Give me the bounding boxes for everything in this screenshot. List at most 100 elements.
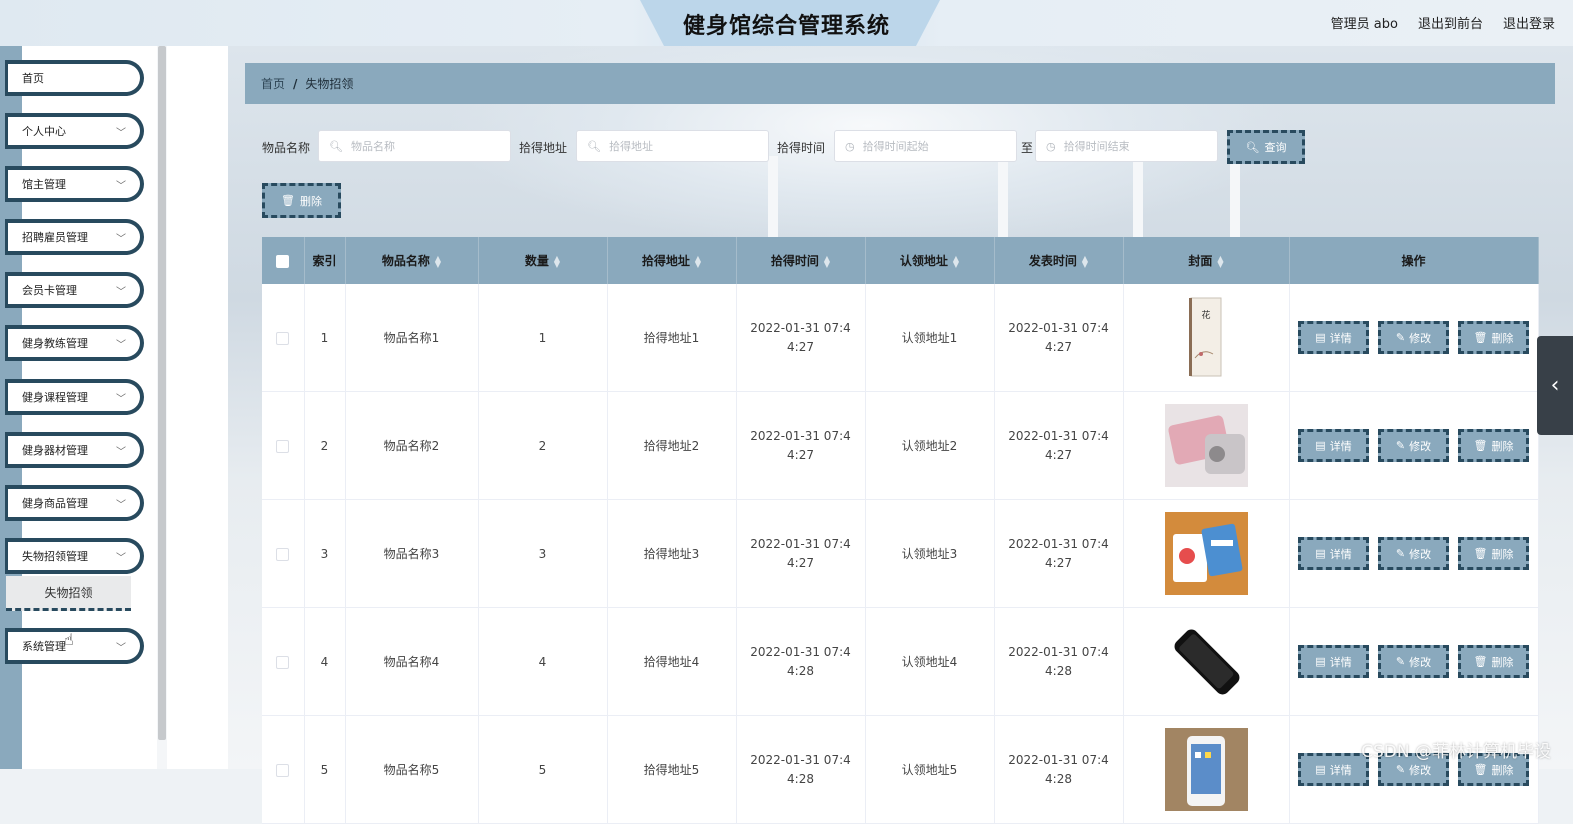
watermark: CSDN @菲林计算机毕设 bbox=[1361, 742, 1551, 762]
sidebar-item[interactable]: 健身教练管理 ﹀ bbox=[5, 325, 144, 361]
detail-button[interactable]: ▤ 详情 bbox=[1298, 321, 1369, 354]
detail-button[interactable]: ▤ 详情 bbox=[1298, 753, 1369, 786]
row-select-cell[interactable] bbox=[262, 499, 305, 608]
row-checkbox[interactable] bbox=[276, 439, 290, 453]
found-address-label: 拾得地址 bbox=[519, 141, 568, 155]
item-name-cell: 物品名称4 bbox=[345, 607, 479, 716]
breadcrumb-home[interactable]: 首页 bbox=[261, 75, 285, 92]
sidebar-item[interactable]: 招聘雇员管理 ﹀ bbox=[5, 219, 144, 255]
row-checkbox[interactable] bbox=[276, 763, 290, 777]
sort-icon[interactable]: ▲ ▼ bbox=[1082, 254, 1088, 268]
logout-link[interactable]: 退出登录 bbox=[1503, 13, 1555, 32]
found-address-cell: 拾得地址5 bbox=[607, 715, 737, 824]
sidebar-item[interactable]: 健身课程管理 ﹀ bbox=[5, 379, 144, 415]
detail-button[interactable]: ▤ 详情 bbox=[1298, 429, 1369, 462]
found-time-start-field[interactable]: ◷ bbox=[834, 130, 1017, 162]
edit-button[interactable]: ✎ 修改 bbox=[1378, 537, 1449, 570]
found-address-field[interactable]: 🔍︎ bbox=[576, 130, 769, 162]
time-range-to: 至 bbox=[1021, 141, 1034, 155]
row-select-cell[interactable] bbox=[262, 715, 305, 824]
table-row: 2 物品名称2 2 拾得地址2 2022-01-31 07:44:27 认领地址2 2022… bbox=[262, 391, 1539, 500]
column-header[interactable]: 认领地址 ▲ ▼ bbox=[865, 237, 995, 284]
sidebar-item[interactable]: 个人中心 ﹀ bbox=[5, 113, 144, 149]
claim-address-cell: 认领地址5 bbox=[865, 715, 995, 824]
item-name-cell: 物品名称2 bbox=[345, 391, 479, 500]
edit-button[interactable]: ✎ 修改 bbox=[1378, 645, 1449, 678]
row-checkbox[interactable] bbox=[276, 547, 290, 561]
column-header: 操作 bbox=[1289, 237, 1539, 284]
item-name-cell: 物品名称5 bbox=[345, 715, 479, 824]
column-header[interactable]: 拾得时间 ▲ ▼ bbox=[736, 237, 866, 284]
table-row: 3 物品名称3 3 拾得地址3 2022-01-31 07:44:27 认领地址3 2022… bbox=[262, 499, 1539, 608]
sort-icon[interactable]: ▲ ▼ bbox=[953, 254, 959, 268]
query-button[interactable]: 🔍︎ 查询 bbox=[1227, 130, 1305, 164]
actions-cell: ▤ 详情 ✎ 修改 🗑︎ 删除 bbox=[1289, 284, 1539, 392]
actions-cell: ▤ 详情 ✎ 修改 🗑︎ 删除 bbox=[1289, 391, 1539, 500]
claim-address-cell: 认领地址1 bbox=[865, 284, 995, 392]
pencil-icon: ✎ bbox=[1395, 439, 1406, 452]
column-header[interactable]: 物品名称 ▲ ▼ bbox=[345, 237, 479, 284]
detail-button[interactable]: ▤ 详情 bbox=[1298, 537, 1369, 570]
sidebar-item[interactable]: 会员卡管理 ﹀ bbox=[5, 272, 144, 308]
collapse-handle[interactable]: ‹ bbox=[1537, 336, 1573, 435]
sidebar-item[interactable]: 健身器材管理 ﹀ bbox=[5, 432, 144, 468]
sort-icon[interactable]: ▲ ▼ bbox=[1217, 254, 1223, 268]
sidebar-item[interactable]: 失物招领管理 ﹀ bbox=[5, 538, 144, 574]
exit-to-front-link[interactable]: 退出到前台 bbox=[1418, 13, 1483, 32]
cover-image[interactable] bbox=[1164, 404, 1248, 487]
found-time-end-field[interactable]: ◷ bbox=[1035, 130, 1218, 162]
sidebar-subitem-lost-found[interactable]: 失物招领 bbox=[6, 576, 131, 611]
sidebar-scrollbar-thumb[interactable] bbox=[158, 46, 166, 740]
publish-time-cell: 2022-01-31 07:44:27 bbox=[994, 284, 1124, 392]
column-header[interactable]: 数量 ▲ ▼ bbox=[478, 237, 608, 284]
sidebar-item[interactable]: 系统管理 ﹀ bbox=[5, 628, 144, 664]
delete-button[interactable]: 🗑︎ 删除 bbox=[1458, 645, 1529, 678]
found-time-start-input[interactable] bbox=[860, 138, 1002, 154]
delete-button[interactable]: 🗑︎ 删除 bbox=[1458, 429, 1529, 462]
found-time-end-input[interactable] bbox=[1061, 138, 1203, 154]
sidebar-item[interactable]: 健身商品管理 ﹀ bbox=[5, 485, 144, 521]
row-select-cell[interactable] bbox=[262, 391, 305, 500]
detail-button[interactable]: ▤ 详情 bbox=[1298, 645, 1369, 678]
chevron-down-icon: ﹀ bbox=[116, 552, 126, 564]
sort-icon[interactable]: ▲ ▼ bbox=[824, 254, 830, 268]
edit-button[interactable]: ✎ 修改 bbox=[1378, 321, 1449, 354]
chevron-down-icon: ﹀ bbox=[116, 446, 126, 458]
trash-icon: 🗑︎ bbox=[281, 194, 295, 207]
column-header[interactable]: 拾得地址 ▲ ▼ bbox=[607, 237, 737, 284]
sort-icon[interactable]: ▲ ▼ bbox=[695, 254, 701, 268]
search-icon: 🔍︎ bbox=[587, 139, 601, 153]
edit-button[interactable]: ✎ 修改 bbox=[1378, 429, 1449, 462]
item-name-input[interactable] bbox=[348, 138, 498, 154]
select-all-cell[interactable] bbox=[262, 237, 305, 284]
cover-image[interactable] bbox=[1164, 512, 1248, 595]
column-header[interactable]: 发表时间 ▲ ▼ bbox=[994, 237, 1124, 284]
column-header[interactable]: 封面 ▲ ▼ bbox=[1123, 237, 1290, 284]
cover-image[interactable] bbox=[1165, 620, 1248, 703]
pencil-icon: ✎ bbox=[1395, 655, 1406, 668]
sidebar-item[interactable]: 首页 bbox=[5, 60, 144, 96]
chevron-down-icon: ﹀ bbox=[116, 642, 126, 654]
row-select-cell[interactable] bbox=[262, 284, 305, 392]
cover-image[interactable] bbox=[1164, 728, 1248, 811]
sort-icon[interactable]: ▲ ▼ bbox=[435, 254, 441, 268]
row-select-cell[interactable] bbox=[262, 607, 305, 716]
row-checkbox[interactable] bbox=[276, 655, 290, 669]
found-address-input[interactable] bbox=[606, 138, 756, 154]
cover-image[interactable]: 花 bbox=[1165, 296, 1248, 379]
actions-cell: ▤ 详情 ✎ 修改 🗑︎ 删除 bbox=[1289, 499, 1539, 608]
batch-delete-button[interactable]: 🗑︎ 删除 bbox=[262, 183, 341, 218]
index-cell: 5 bbox=[304, 715, 346, 824]
clock-icon: ◷ bbox=[845, 139, 855, 153]
item-name-field[interactable]: 🔍︎ bbox=[318, 130, 511, 162]
quantity-cell: 4 bbox=[478, 607, 608, 716]
select-all-checkbox[interactable] bbox=[276, 254, 290, 268]
cover-cell bbox=[1123, 715, 1290, 824]
row-checkbox[interactable] bbox=[276, 331, 290, 345]
sort-icon[interactable]: ▲ ▼ bbox=[554, 254, 560, 268]
cover-cell bbox=[1123, 499, 1290, 608]
delete-button[interactable]: 🗑︎ 删除 bbox=[1458, 537, 1529, 570]
delete-button[interactable]: 🗑︎ 删除 bbox=[1458, 321, 1529, 354]
sidebar-item[interactable]: 馆主管理 ﹀ bbox=[5, 166, 144, 202]
quantity-cell: 1 bbox=[478, 284, 608, 392]
